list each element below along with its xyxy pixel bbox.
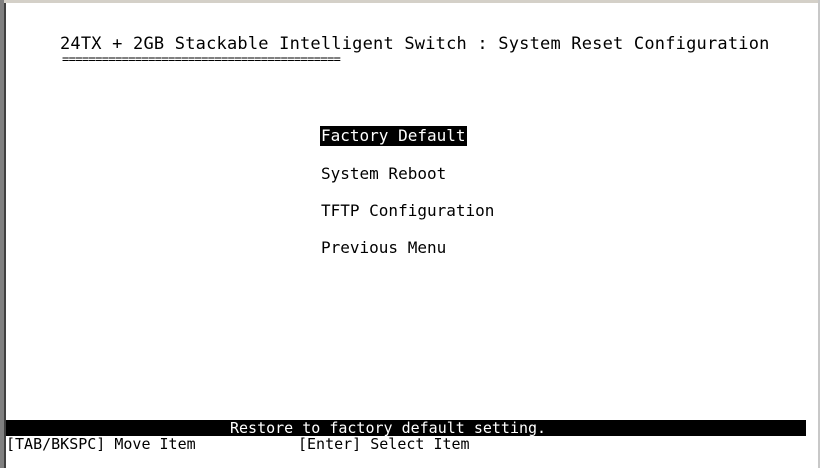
menu-item-system-reboot[interactable]: System Reboot — [320, 164, 447, 184]
title-underline: ========================================… — [62, 52, 341, 66]
status-bar: Restore to factory default setting. — [6, 420, 806, 436]
menu-item-factory-default[interactable]: Factory Default — [320, 126, 467, 146]
terminal-window: 24TX + 2GB Stackable Intelligent Switch … — [0, 0, 820, 468]
help-move-item: [TAB/BKSPC] Move Item — [6, 435, 196, 453]
help-select-item: [Enter] Select Item — [298, 435, 470, 453]
window-top-border — [0, 0, 820, 3]
page-title: 24TX + 2GB Stackable Intelligent Switch … — [60, 34, 770, 54]
window-left-border-inner — [4, 3, 6, 468]
status-message: Restore to factory default setting. — [230, 419, 547, 437]
menu-item-previous-menu[interactable]: Previous Menu — [320, 238, 447, 258]
menu-item-tftp-configuration[interactable]: TFTP Configuration — [320, 201, 495, 221]
